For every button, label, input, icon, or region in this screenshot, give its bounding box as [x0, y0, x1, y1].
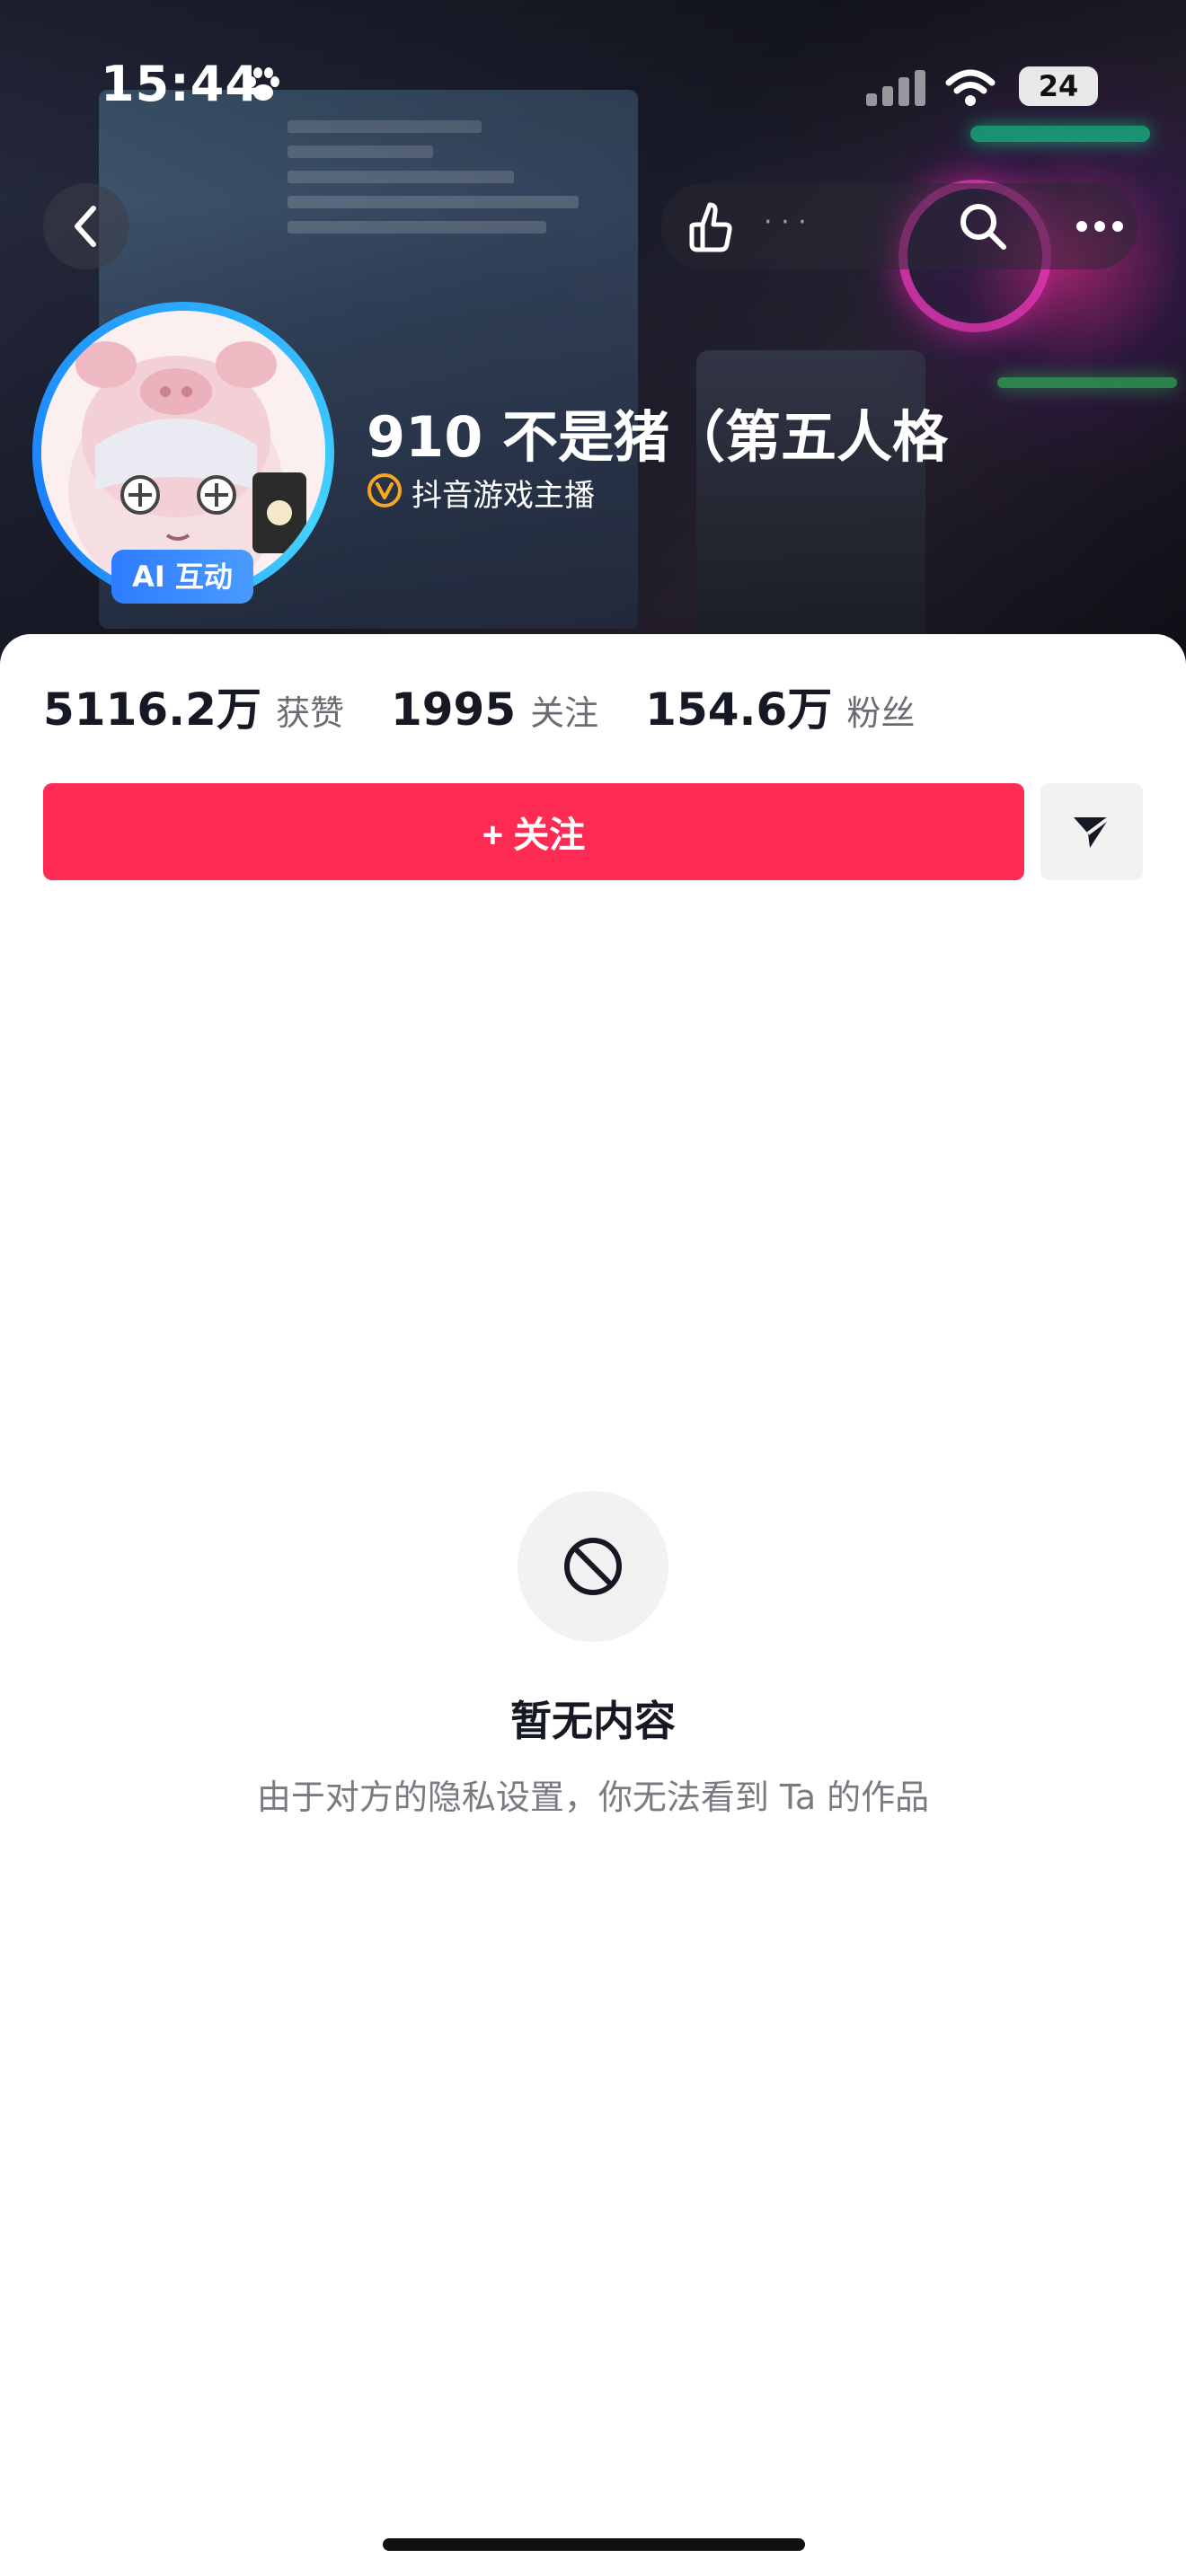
battery-indicator: 24 [1019, 66, 1098, 106]
empty-state-icon-container [518, 1491, 668, 1642]
verified-badge-icon [367, 473, 402, 507]
more-icon[interactable] [1075, 216, 1125, 237]
stat-label: 关注 [530, 693, 599, 733]
send-icon [1074, 816, 1111, 848]
stat-value: 5116.2万 [43, 684, 261, 736]
follow-button[interactable]: + 关注 [43, 783, 1024, 880]
hand-pointer-icon[interactable] [685, 199, 740, 255]
profile-name: 910 不是猪（第五人格 [367, 404, 949, 470]
cellular-signal-icon [866, 70, 925, 106]
paw-icon [247, 67, 279, 101]
profile-category-tag: 抖音游戏主播 [412, 478, 595, 514]
empty-state-title: 暂无内容 [510, 1697, 676, 1745]
stat-label: 获赞 [275, 693, 344, 733]
chevron-left-icon [75, 206, 96, 247]
search-icon[interactable] [956, 199, 1010, 253]
prohibited-icon [564, 1538, 622, 1595]
stat-followers[interactable]: 154.6万 粉丝 [645, 674, 915, 738]
stat-value: 154.6万 [645, 684, 833, 736]
share-hint-text: · · · [764, 207, 807, 238]
back-button[interactable] [43, 183, 129, 269]
stat-value: 1995 [390, 684, 517, 736]
empty-state-description: 由于对方的隐私设置，你无法看到 Ta 的作品 [256, 1778, 930, 1817]
stat-following[interactable]: 1995 关注 [391, 684, 598, 736]
send-message-button[interactable] [1040, 783, 1143, 880]
profile-stats: 5116.2万 获赞 1995 关注 154.6万 粉丝 [43, 674, 961, 738]
stat-label: 粉丝 [846, 693, 916, 733]
ai-interaction-badge[interactable]: AI 互动 [111, 550, 253, 604]
wifi-icon [945, 69, 996, 106]
stat-likes[interactable]: 5116.2万 获赞 [43, 674, 344, 738]
status-time: 15:44 [101, 56, 260, 112]
home-indicator[interactable] [383, 2538, 805, 2551]
